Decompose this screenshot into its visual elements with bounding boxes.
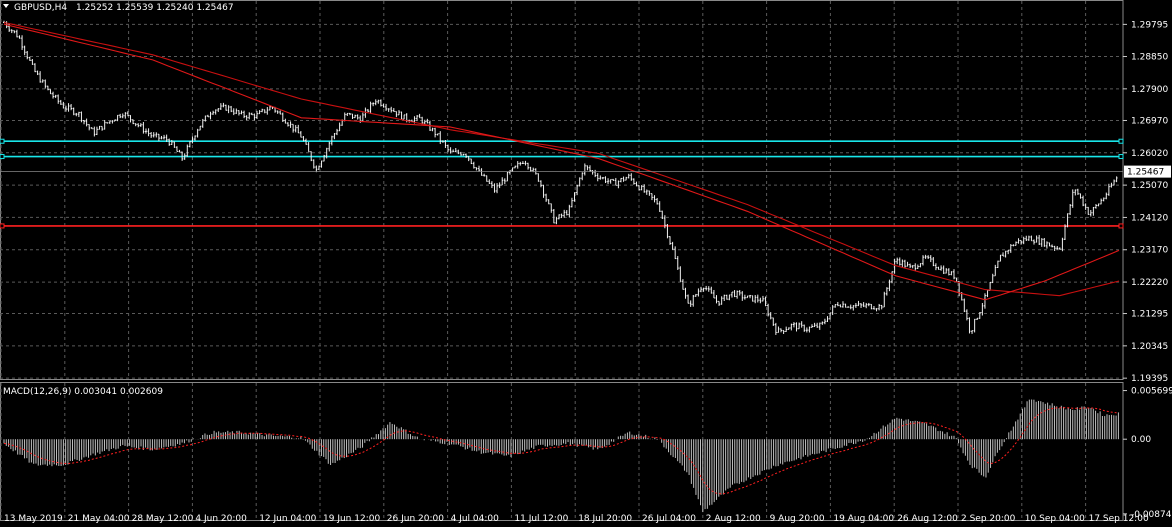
time-label: 18 Jul 20:00 [578,514,632,524]
macd-scale-label: 0.00 [1131,435,1151,445]
time-label: 12 Jun 04:00 [259,514,316,524]
price-label: 1.29795 [1131,20,1168,30]
time-label: 2 Aug 12:00 [706,514,761,524]
time-label: 4 Jun 20:00 [195,514,247,524]
macd-label: MACD(12,26,9) 0.003041 0.002609 [3,387,163,397]
resistance-line-upper-handle-right [1118,138,1124,144]
time-label: 26 Jul 04:00 [642,514,696,524]
time-label: 26 Jun 20:00 [387,514,444,524]
resistance-line-upper-handle-left [0,138,5,144]
macd-scale-label: 0.005699 [1131,387,1172,397]
time-label: 2 Sep 20:00 [961,514,1016,524]
price-label: 1.22220 [1131,278,1168,288]
time-label: 11 Jul 12:00 [514,514,568,524]
price-label: 1.19395 [1131,374,1168,384]
price-label: 1.23170 [1131,246,1168,256]
price-label: 1.20345 [1131,342,1168,352]
macd-scale-label: -0.008748 [1131,510,1172,520]
resistance-line-lower-handle-left [0,154,5,160]
time-label: 4 Jul 04:00 [451,514,500,524]
ohlc-close: 1.25467 [196,3,234,13]
price-label: 1.21295 [1131,310,1168,320]
trading-terminal: 13 May 2019 21 May 04:00 28 May 12:00 4 Jun… [0,0,1172,527]
ohlc-open: 1.25252 [76,3,114,13]
ohlc-high: 1.25539 [116,3,154,13]
price-label: 1.24120 [1131,213,1168,223]
price-label: 1.26020 [1131,149,1168,159]
time-label: 19 Jun 12:00 [323,514,380,524]
price-label: 1.26970 [1131,116,1168,126]
time-label: 26 Aug 12:00 [897,514,958,524]
time-label: 9 Aug 20:00 [770,514,825,524]
current-price-value: 1.25467 [1127,168,1164,178]
symbol-name: GBPUSD,H4 [14,3,68,13]
support-line-handle-left [0,223,5,229]
symbol-label: GBPUSD,H4 1.25252 1.25539 1.25240 1.2546… [14,3,234,14]
ohlc-low: 1.25240 [156,3,194,13]
time-label: 28 May 12:00 [132,514,194,524]
time-label: 13 May 2019 [4,514,63,524]
time-label: 19 Aug 04:00 [833,514,894,524]
price-label: 1.27900 [1131,85,1168,95]
time-label: 10 Sep 04:00 [1025,514,1085,524]
time-label: 21 May 04:00 [68,514,130,524]
price-label: 1.28850 [1131,53,1168,63]
price-label: 1.25070 [1131,181,1168,191]
support-line-handle-right [1118,223,1124,229]
resistance-line-lower-handle-right [1118,154,1124,160]
